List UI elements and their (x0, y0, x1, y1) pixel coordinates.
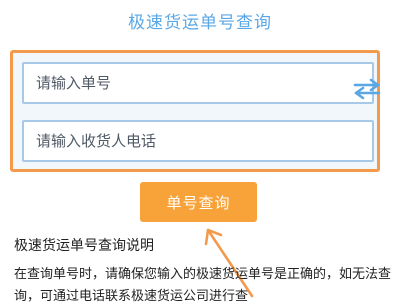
tracking-number-input[interactable] (22, 62, 374, 104)
instructions-text: 在查询单号时，请确保您输入的极速货运单号是正确的，如无法查询，可通过电话联系极速… (14, 267, 392, 304)
swap-arrows-icon[interactable] (352, 78, 382, 100)
instructions-title: 极速货运单号查询说明 (14, 238, 154, 254)
page-title: 极速货运单号查询 (128, 13, 272, 33)
query-button[interactable]: 单号查询 (140, 182, 257, 222)
query-form (10, 50, 380, 172)
recipient-phone-input[interactable] (22, 120, 374, 162)
